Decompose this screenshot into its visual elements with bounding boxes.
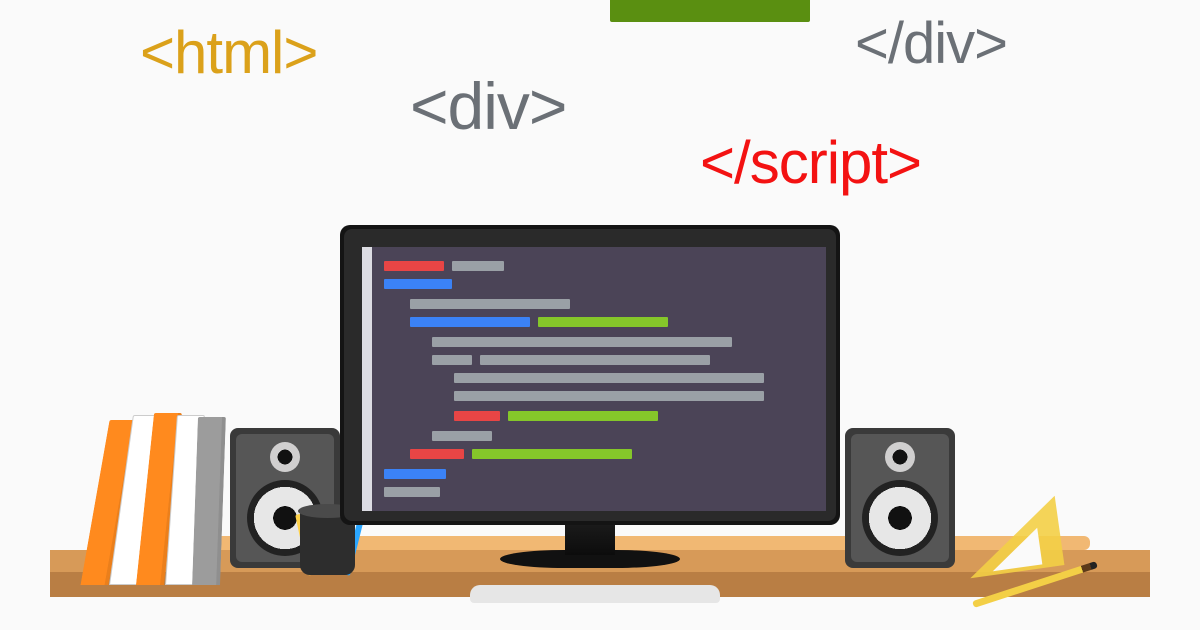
book-stack (95, 410, 235, 585)
code-line (480, 355, 710, 365)
floating-tag-script-close: </script> (700, 128, 921, 197)
line-number-gutter (362, 247, 372, 511)
monitor (340, 225, 840, 565)
code-line (432, 431, 492, 441)
code-line (472, 449, 632, 459)
keyboard (470, 585, 720, 603)
speaker-tweeter-icon (885, 442, 915, 472)
code-line (432, 337, 732, 347)
code-line (384, 261, 444, 271)
decorative-green-box (610, 0, 810, 22)
code-line (410, 299, 570, 309)
code-editor-screen (362, 247, 826, 511)
code-line (454, 391, 764, 401)
code-line (410, 317, 530, 327)
floating-tag-div-open: <div> (410, 68, 566, 144)
code-line (538, 317, 668, 327)
code-line (452, 261, 504, 271)
code-line (384, 487, 440, 497)
code-line (508, 411, 658, 421)
floating-tag-html: <html> (140, 18, 317, 87)
speaker-tweeter-icon (270, 442, 300, 472)
speaker-woofer-icon (862, 480, 938, 556)
code-line (384, 279, 452, 289)
book-5 (192, 417, 226, 585)
code-line (432, 355, 472, 365)
code-line (454, 411, 500, 421)
speaker-body (845, 428, 955, 568)
monitor-frame (340, 225, 840, 525)
code-line (384, 469, 446, 479)
floating-tag-div-close: </div> (855, 10, 1007, 77)
code-line (410, 449, 464, 459)
code-line (454, 373, 764, 383)
set-square-ruler-hole (988, 528, 1043, 572)
monitor-bezel (344, 229, 836, 521)
speaker-right (845, 428, 955, 568)
monitor-stand-neck (565, 525, 615, 555)
